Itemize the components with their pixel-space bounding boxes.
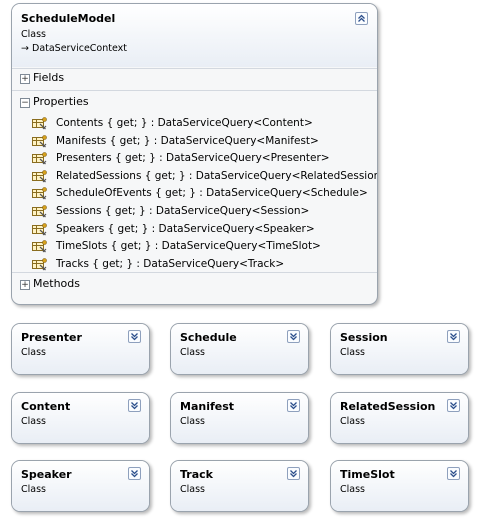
- collapse-icon[interactable]: −: [20, 98, 30, 108]
- class-kind: Class: [340, 347, 365, 358]
- property-signature: Sessions { get; } : DataServiceQuery<Ses…: [56, 205, 310, 217]
- property-signature: ScheduleOfEvents { get; } : DataServiceQ…: [56, 187, 368, 200]
- class-header[interactable]: Content Class: [12, 393, 149, 443]
- double-chevron-down-icon[interactable]: [287, 467, 300, 480]
- class-name: ScheduleModel: [21, 12, 116, 25]
- property-icon: [32, 187, 47, 200]
- timeslot-class-shape[interactable]: TimeSlot Class: [330, 460, 469, 512]
- content-class-shape[interactable]: Content Class: [11, 392, 150, 444]
- property-signature: Tracks { get; } : DataServiceQuery<Track…: [56, 257, 285, 270]
- properties-section-header[interactable]: − Properties: [12, 94, 377, 112]
- class-header[interactable]: Track Class: [171, 461, 308, 511]
- property-icon: [32, 240, 47, 253]
- track-class-shape[interactable]: Track Class: [170, 460, 309, 512]
- class-name: Session: [340, 331, 388, 344]
- class-kind: Class: [21, 29, 46, 40]
- class-kind: Class: [21, 484, 46, 495]
- property-icon: [32, 205, 47, 218]
- property-signature: Contents { get; } : DataServiceQuery<Con…: [56, 117, 313, 129]
- double-chevron-down-icon[interactable]: [447, 467, 460, 480]
- double-chevron-down-icon[interactable]: [447, 330, 460, 343]
- class-kind: Class: [180, 484, 205, 495]
- inheritance-arrow-icon: →: [21, 43, 29, 54]
- double-chevron-up-icon[interactable]: [355, 12, 368, 25]
- fields-label: Fields: [33, 71, 65, 84]
- expand-icon[interactable]: +: [20, 280, 30, 290]
- fields-section-header[interactable]: + Fields: [12, 70, 377, 88]
- manifest-class-shape[interactable]: Manifest Class: [170, 392, 309, 444]
- properties-label: Properties: [33, 95, 89, 108]
- class-header[interactable]: Schedule Class: [171, 324, 308, 374]
- expand-icon[interactable]: +: [20, 74, 30, 84]
- double-chevron-down-icon[interactable]: [128, 399, 141, 412]
- session-class-shape[interactable]: Session Class: [330, 323, 469, 375]
- class-kind: Class: [340, 484, 365, 495]
- class-name: Speaker: [21, 468, 72, 481]
- property-icon: [32, 134, 47, 148]
- property-icon: [32, 257, 47, 271]
- class-name: Manifest: [180, 400, 235, 413]
- property-icon: [32, 169, 47, 183]
- property-icon: [32, 117, 47, 130]
- class-header[interactable]: Speaker Class: [12, 461, 149, 511]
- double-chevron-down-icon[interactable]: [287, 399, 300, 412]
- presenter-class-shape[interactable]: Presenter Class: [11, 323, 150, 375]
- methods-label: Methods: [33, 277, 80, 290]
- class-header[interactable]: Session Class: [331, 324, 468, 374]
- schedulemodel-class-shape[interactable]: ScheduleModel Class → DataServiceContext…: [11, 3, 378, 305]
- class-name: Content: [21, 400, 71, 413]
- double-chevron-down-icon[interactable]: [287, 330, 300, 343]
- property-signature: TimeSlots { get; } : DataServiceQuery<Ti…: [56, 240, 321, 253]
- class-name: TimeSlot: [340, 468, 395, 481]
- class-name: Presenter: [21, 331, 82, 344]
- class-header[interactable]: ScheduleModel Class → DataServiceContext: [12, 4, 377, 67]
- class-header[interactable]: TimeSlot Class: [331, 461, 468, 511]
- separator: [12, 90, 377, 91]
- class-kind: Class: [180, 347, 205, 358]
- class-header[interactable]: Manifest Class: [171, 393, 308, 443]
- class-kind: Class: [21, 347, 46, 358]
- double-chevron-down-icon[interactable]: [128, 330, 141, 343]
- property-icon: [32, 222, 47, 236]
- property-signature: RelatedSessions { get; } : DataServiceQu…: [56, 169, 378, 182]
- double-chevron-down-icon[interactable]: [128, 467, 141, 480]
- class-header[interactable]: RelatedSession Class: [331, 393, 468, 443]
- property-signature: Manifests { get; } : DataServiceQuery<Ma…: [56, 134, 319, 147]
- property-signature: Presenters { get; } : DataServiceQuery<P…: [56, 152, 330, 165]
- speaker-class-shape[interactable]: Speaker Class: [11, 460, 150, 512]
- class-name: Schedule: [180, 331, 237, 344]
- class-name: Track: [180, 468, 213, 481]
- separator: [12, 272, 377, 273]
- class-name: RelatedSession: [340, 400, 436, 413]
- methods-section-header[interactable]: + Methods: [12, 276, 377, 294]
- class-kind: Class: [180, 416, 205, 427]
- double-chevron-down-icon[interactable]: [447, 399, 460, 412]
- property-icon: [32, 152, 47, 165]
- class-header[interactable]: Presenter Class: [12, 324, 149, 374]
- separator: [12, 68, 377, 69]
- property-signature: Speakers { get; } : DataServiceQuery<Spe…: [56, 222, 315, 235]
- class-kind: Class: [340, 416, 365, 427]
- relatedsession-class-shape[interactable]: RelatedSession Class: [330, 392, 469, 444]
- base-class-name: DataServiceContext: [32, 43, 128, 54]
- schedule-class-shape[interactable]: Schedule Class: [170, 323, 309, 375]
- base-class: → DataServiceContext: [21, 43, 127, 54]
- class-kind: Class: [21, 416, 46, 427]
